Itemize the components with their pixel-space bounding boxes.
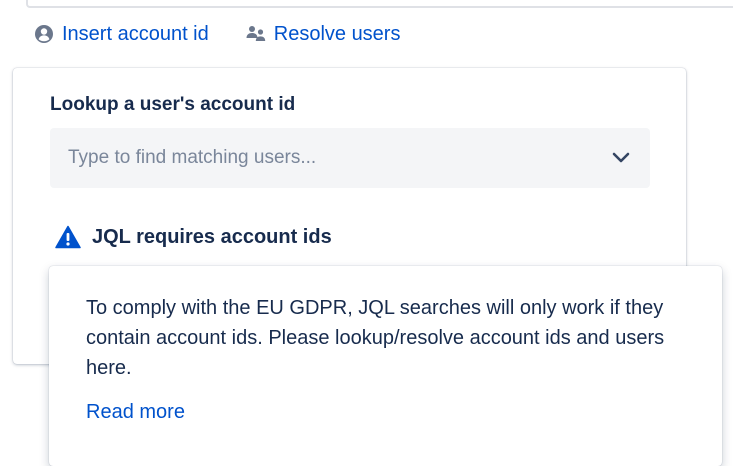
resolve-users-label: Resolve users (273, 23, 401, 45)
jql-warning[interactable]: JQL requires account ids (54, 223, 332, 251)
warning-title: JQL requires account ids (92, 225, 332, 248)
read-more-link[interactable]: Read more (86, 401, 185, 424)
user-circle-icon (33, 23, 55, 45)
gdpr-info-text: To comply with the EU GDPR, JQL searches… (86, 297, 665, 379)
resolve-users-link[interactable]: Resolve users (245, 20, 401, 48)
warning-triangle-icon (54, 223, 82, 251)
lookup-label: Lookup a user's account id (50, 94, 296, 115)
action-bar: Insert account id Resolve users (33, 20, 400, 48)
insert-account-id-link[interactable]: Insert account id (33, 20, 209, 48)
insert-account-id-label: Insert account id (62, 23, 209, 45)
user-lookup-placeholder: Type to find matching users... (68, 147, 317, 168)
user-lookup-select[interactable]: Type to find matching users... (50, 128, 650, 188)
people-group-icon (245, 23, 267, 45)
gdpr-info-tooltip: To comply with the EU GDPR, JQL searches… (49, 266, 722, 466)
chevron-down-icon[interactable] (610, 147, 632, 169)
jql-input-edge[interactable] (26, 0, 733, 8)
